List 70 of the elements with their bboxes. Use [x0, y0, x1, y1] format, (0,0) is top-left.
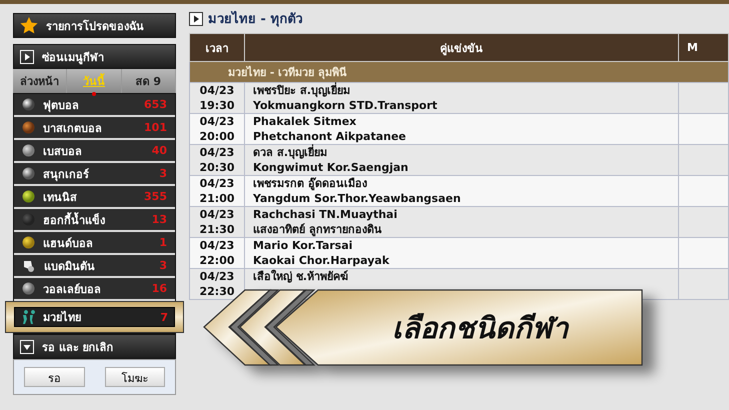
match-time: 04/23 21:30 [190, 206, 244, 238]
pending-bar[interactable]: รอ และ ยกเลิก [13, 334, 176, 359]
event-count: 3 [159, 259, 167, 272]
bet-filter-button[interactable]: รอ [24, 367, 84, 387]
fighter-name: เพชรมรกต อู๊ดดอนเมือง [253, 176, 368, 191]
sport-item[interactable]: มวยไทย 7 [14, 307, 175, 327]
menu-toggle-label: ซ่อนเมนูกีฬา [42, 50, 104, 66]
event-count: 1 [159, 236, 167, 249]
favorites-bar[interactable]: รายการโปรดของฉัน [13, 13, 176, 38]
sport-name: บาสเกตบอล [43, 120, 103, 136]
fighter-name: Kongwimut Kor.Saengjan [253, 160, 410, 175]
event-count: 3 [159, 167, 167, 180]
play-icon [20, 50, 34, 64]
sport-name: เทนนิส [43, 190, 78, 206]
ball-icon [22, 282, 35, 295]
league-header: มวยไทย - เวทีมวย ลุมพินี [190, 62, 728, 82]
fighter-name: Yangdum Sor.Thor.Yeawbangsaen [253, 191, 462, 206]
banner-title: เลือกชนิดกีฬา [392, 310, 568, 347]
column-header: เวลา [190, 34, 244, 62]
ball-icon [22, 98, 35, 111]
match-time: 04/23 22:30 [190, 268, 244, 300]
event-count: 13 [152, 213, 167, 226]
match-time: 04/23 19:30 [190, 82, 244, 114]
section-title: มวยไทย - ทุกตัว [208, 10, 302, 29]
sport-name: ฟุตบอล [43, 98, 80, 114]
sport-name: แบดมินตัน [44, 258, 96, 274]
ball-icon [22, 190, 35, 203]
sport-name: สนุกเกอร์ [43, 166, 90, 182]
match-time: 04/23 22:00 [190, 238, 244, 268]
match-time: 04/23 20:00 [190, 114, 244, 144]
fighter-name: เสือใหญ่ ช.ห้าพยัคฆ์ [253, 269, 350, 284]
fighter-name: ดวล ส.บุญเยี่ยม [253, 145, 328, 160]
event-count: 653 [144, 98, 167, 111]
shuttlecock-icon [22, 258, 36, 272]
column-header: M [678, 34, 728, 62]
event-count: 355 [144, 190, 167, 203]
fighter-name: Kaokai Chor.Harpayak [253, 253, 390, 268]
fighter-icon [21, 310, 35, 324]
ball-icon [22, 167, 35, 180]
match-time: 04/23 21:00 [190, 176, 244, 206]
play-icon [189, 12, 203, 26]
fighter-name: แสงอาทิตย์ ลูกทรายกองดิน [253, 222, 383, 237]
pending-label: รอ และ ยกเลิก [42, 340, 114, 356]
event-count: 16 [152, 282, 167, 295]
menu-toggle-bar[interactable]: ซ่อนเมนูกีฬา [13, 44, 176, 69]
sport-name: วอลเลย์บอล [43, 282, 102, 298]
sport-name: ฮอกกี้น้ำแข็ง [43, 211, 106, 228]
fighter-name: Yokmuangkorn STD.Transport [253, 98, 438, 113]
ball-icon [22, 144, 35, 157]
fighter-name: Phakalek Sitmex [253, 114, 358, 129]
bet-filter-button[interactable]: โมฆะ [104, 367, 165, 387]
event-count: 7 [160, 310, 168, 324]
ball-icon [22, 121, 35, 134]
sport-item[interactable]: ฮอกกี้น้ำแข็ง 13 [14, 209, 175, 232]
fighter-name: เพชรปิยะ ส.บุญเยี่ยม [253, 83, 352, 98]
fighter-name: Phetchanont Aikpatanee [253, 129, 408, 144]
favorites-label: รายการโปรดของฉัน [46, 18, 144, 34]
sport-name: มวยไทย [43, 310, 82, 326]
event-count: 40 [152, 144, 167, 157]
ball-icon [22, 213, 35, 226]
column-header: คู่แข่งขัน [244, 34, 678, 62]
dropdown-icon [20, 340, 34, 354]
sport-name: แฮนด์บอล [43, 236, 94, 252]
event-count: 101 [144, 121, 167, 134]
star-icon [20, 17, 38, 34]
sport-name: เบสบอล [43, 144, 83, 160]
fighter-name: Mario Kor.Tarsai [253, 238, 354, 253]
ball-icon [22, 236, 35, 249]
fighter-name: Rachchasi TN.Muaythai [253, 207, 398, 222]
match-time: 04/23 20:30 [190, 144, 244, 176]
